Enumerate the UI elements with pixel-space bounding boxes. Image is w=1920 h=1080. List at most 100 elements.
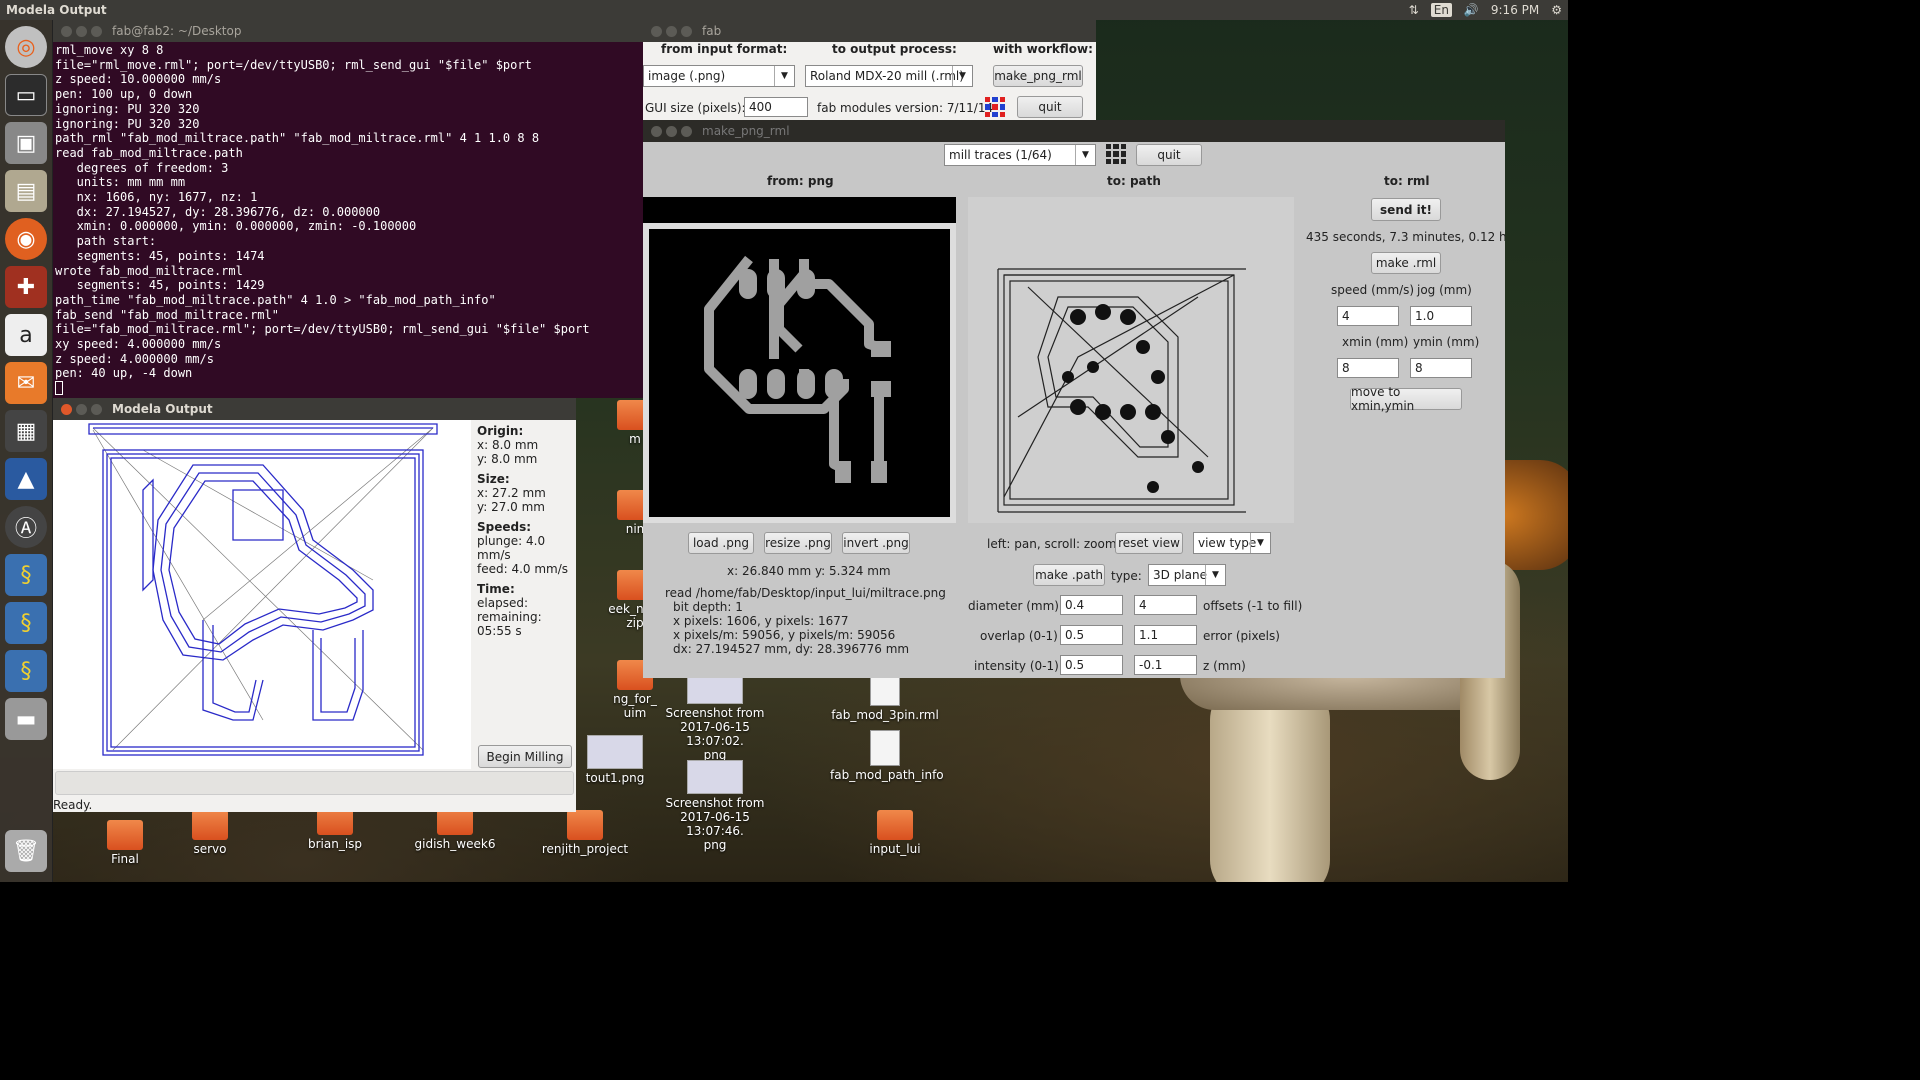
make-rml-button[interactable]: make .rml [1371,252,1441,274]
toolpath-image [997,268,1246,513]
clock[interactable]: 9:16 PM [1491,3,1539,17]
minimize-icon[interactable] [76,403,87,415]
offsets-input[interactable]: 4 [1134,595,1197,615]
close-icon[interactable] [651,125,662,137]
overlap-input[interactable]: 0.5 [1060,625,1123,645]
close-icon[interactable] [61,25,72,37]
offsets-label: offsets (-1 to fill) [1203,599,1303,613]
volume-icon[interactable]: 🔊 [1464,3,1479,17]
dash-icon[interactable]: ◎ [5,26,47,68]
workspace-icon[interactable]: ▦ [5,410,47,452]
process-select[interactable]: mill traces (1/64) ▼ [944,144,1096,166]
maximize-icon[interactable] [91,403,102,415]
settings-icon[interactable]: ✚ [5,266,47,308]
terminal-output[interactable]: rml_move xy 8 8 file="rml_move.rml"; port… [53,42,643,398]
xmin-input[interactable]: 8 [1337,358,1399,378]
desktop-icon[interactable]: tout1.png [560,735,670,785]
network-icon[interactable]: ⇅ [1409,3,1419,17]
top-panel: Modela Output ⇅ En 🔊 9:16 PM ⚙ [0,0,1568,20]
maximize-icon[interactable] [91,25,102,37]
error-input[interactable]: 1.1 [1134,625,1197,645]
desktop-icon-label: renjith_project [541,842,629,856]
firefox-icon[interactable]: ◉ [5,218,47,260]
desktop-icon[interactable]: servo [155,810,265,856]
terminal-line: ignoring: PU 320 320 [55,116,200,131]
load-png-button[interactable]: load .png [688,532,754,554]
folder-icon [192,810,228,840]
xmin-label: xmin (mm) [1342,335,1409,349]
reset-view-button[interactable]: reset view [1115,532,1183,554]
python-icon[interactable]: § [5,650,47,692]
invert-png-button[interactable]: invert .png [842,532,910,554]
speed-input[interactable]: 4 [1337,306,1399,326]
png-preview[interactable] [643,197,956,523]
gear-icon[interactable]: ⚙ [1551,3,1562,17]
path-preview[interactable] [968,197,1294,523]
minimize-icon[interactable] [666,25,677,37]
workflow-button[interactable]: make_png_rml [993,65,1083,87]
intensity-input[interactable]: 0.5 [1060,655,1123,675]
make-path-button[interactable]: make .path [1033,564,1105,586]
desktop-icon[interactable]: Screenshot from 2017-06-15 13:07:02. png [660,670,770,762]
drive-icon[interactable]: ▬ [5,698,47,740]
move-to-xmin-ymin-button[interactable]: move to xmin,ymin [1350,385,1462,413]
diameter-input[interactable]: 0.4 [1060,595,1123,615]
view-type-select[interactable]: view type ▼ [1193,532,1271,554]
output-process-select[interactable]: Roland MDX-20 mill (.rml) ▼ [805,65,973,87]
fab-quit-button[interactable]: quit [1017,96,1083,118]
mail-icon[interactable]: ✉ [5,362,47,404]
png-info-line: x pixels: 1606, y pixels: 1677 [673,614,849,628]
cursor-coords: x: 26.840 mm y: 5.324 mm [727,564,891,578]
chevron-down-icon: ▼ [774,66,794,86]
make-png-rml-window: make_png_rml mill traces (1/64) ▼ quit fr… [643,120,1505,678]
resize-png-button[interactable]: resize .png [764,532,832,554]
progress-bar [55,771,574,795]
jog-input[interactable]: 1.0 [1410,306,1472,326]
fab-logo-icon [985,97,1005,117]
input-format-select[interactable]: image (.png) ▼ [643,65,795,87]
z-input[interactable]: -0.1 [1134,655,1197,675]
python-icon[interactable]: § [5,602,47,644]
amazon-icon[interactable]: a [5,314,47,356]
send-it-button[interactable]: send it! [1371,198,1441,221]
maximize-icon[interactable] [681,125,692,137]
desktop-icon[interactable]: Screenshot from 2017-06-15 13:07:46. png [660,760,770,852]
gui-size-label: GUI size (pixels): [645,101,746,115]
desktop-icon[interactable]: renjith_project [530,810,640,856]
camera-icon[interactable]: ▣ [5,122,47,164]
elapsed-time: elapsed: [477,596,528,610]
terminal-line: units: mm mm mm [55,175,186,190]
trash-icon[interactable]: 🗑 [5,830,47,872]
status-text: Ready. [53,798,93,812]
close-icon[interactable] [651,25,662,37]
maximize-icon[interactable] [681,25,692,37]
size-heading: Size: [477,472,510,486]
desktop-icon[interactable]: input_lui [840,810,950,856]
terminal-line: z speed: 4.000000 mm/s [55,351,214,366]
keyboard-language[interactable]: En [1430,3,1452,17]
make-quit-button[interactable]: quit [1136,144,1202,166]
workflow-label: with workflow: [993,42,1093,56]
type-select[interactable]: 3D plane ▼ [1148,564,1226,586]
modela-title: Modela Output [112,402,213,416]
gui-size-input[interactable]: 400 [744,97,808,117]
terminal-icon[interactable]: ▭ [5,74,47,116]
desktop-icon-label: fab_mod_path_info [830,768,944,782]
terminal-titlebar[interactable]: fab@fab2: ~/Desktop [53,20,643,42]
terminal-line: file="fab_mod_miltrace.rml"; port=/dev/t… [55,322,590,337]
desktop-icon[interactable]: fab_mod_path_info [830,730,944,782]
desktop-icon-label: Screenshot from 2017-06-15 13:07:46. png [665,796,765,852]
ymin-label: ymin (mm) [1413,335,1480,349]
minimize-icon[interactable] [76,25,87,37]
size-y: y: 27.0 mm [477,500,545,514]
begin-milling-button[interactable]: Begin Milling [478,745,572,768]
python-icon[interactable]: § [5,554,47,596]
mountain-icon[interactable]: ▲ [5,458,47,500]
minimize-icon[interactable] [666,125,677,137]
update-icon[interactable]: Ⓐ [5,506,47,548]
files-icon[interactable]: ▤ [5,170,47,212]
close-icon[interactable] [61,403,72,415]
ymin-input[interactable]: 8 [1410,358,1472,378]
toolpath-canvas[interactable] [53,420,471,769]
pan-hint: left: pan, scroll: zoom [987,537,1117,551]
